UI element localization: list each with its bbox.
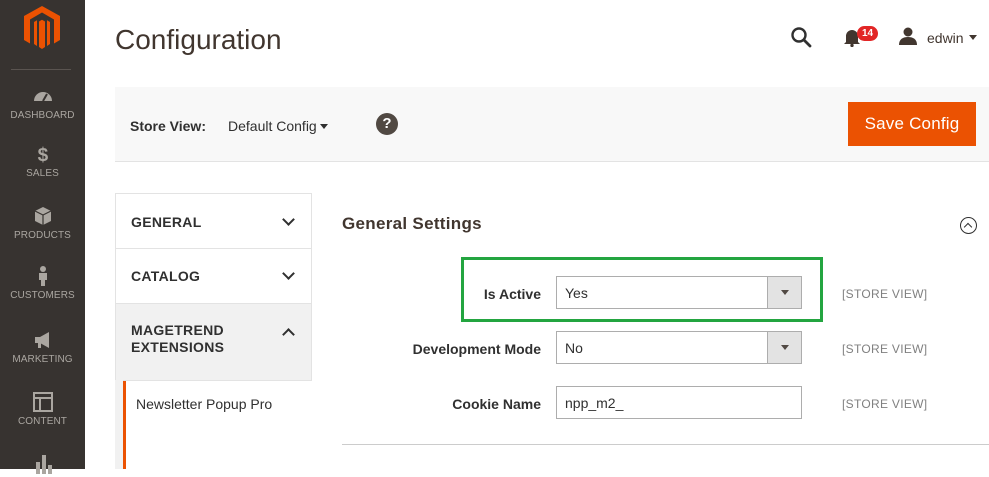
logo-divider (11, 69, 71, 70)
chevron-down-icon[interactable] (320, 124, 328, 129)
nav-label: CONTENT (17, 416, 68, 427)
user-icon[interactable] (898, 26, 918, 46)
nav-label: CUSTOMERS (10, 290, 75, 301)
store-view-switcher[interactable]: Default Config (228, 118, 317, 134)
admin-sidebar: DASHBOARD $ SALES PRODUCTS CUSTOMERS MAR… (0, 0, 85, 474)
tab-label: GENERAL (131, 214, 202, 230)
tab-general[interactable]: GENERAL (115, 193, 312, 248)
tabs-indent (115, 380, 123, 469)
highlight-box (461, 257, 823, 322)
section-divider (342, 444, 989, 445)
select-value: No (565, 340, 583, 356)
nav-label: SALES (26, 168, 59, 179)
chevron-up-icon (282, 328, 295, 341)
scope-label: [STORE VIEW] (842, 397, 928, 411)
subtab-label: Newsletter Popup Pro (136, 396, 273, 412)
cookie-name-label: Cookie Name (452, 396, 541, 412)
store-view-bar: Store View: Default Config ? Save Config (115, 87, 989, 162)
development-mode-select[interactable]: No (556, 331, 802, 364)
tab-label: MAGETREND EXTENSIONS (131, 322, 225, 355)
chevron-down-icon (282, 213, 295, 226)
layout-icon (32, 391, 54, 413)
chevron-down-icon[interactable] (767, 332, 801, 363)
nav-label: MARKETING (12, 354, 73, 365)
box-icon (32, 205, 54, 227)
tab-label: CATALOG (131, 268, 201, 284)
nav-item-marketing[interactable]: MARKETING (0, 329, 85, 365)
magento-logo-icon[interactable] (24, 6, 60, 50)
dollar-icon: $ (32, 143, 54, 166)
chevron-down-icon[interactable] (969, 35, 977, 40)
help-icon[interactable]: ? (376, 113, 398, 135)
nav-label: PRODUCTS (14, 230, 71, 241)
tab-catalog[interactable]: CATALOG (115, 248, 312, 303)
subtab-newsletter-popup-pro[interactable]: Newsletter Popup Pro (123, 381, 312, 469)
nav-item-dashboard[interactable]: DASHBOARD (0, 85, 85, 121)
cookie-name-input[interactable] (556, 386, 802, 419)
nav-item-reports[interactable] (0, 452, 85, 477)
config-tabs: GENERAL CATALOG MAGETREND EXTENSIONS New… (115, 193, 312, 469)
page-title: Configuration (115, 24, 282, 55)
nav-item-products[interactable]: PRODUCTS (0, 205, 85, 241)
nav-label: DASHBOARD (10, 110, 75, 121)
scope-label: [STORE VIEW] (842, 287, 928, 301)
scope-label: [STORE VIEW] (842, 342, 928, 356)
save-config-button[interactable]: Save Config (848, 102, 976, 146)
svg-text:$: $ (37, 145, 48, 165)
tab-magetrend-extensions[interactable]: MAGETREND EXTENSIONS (115, 303, 312, 381)
collapse-section-icon[interactable] (960, 217, 977, 234)
section-title: General Settings (342, 214, 482, 233)
nav-item-sales[interactable]: $ SALES (0, 143, 85, 179)
person-icon (32, 265, 54, 287)
search-icon[interactable] (790, 26, 812, 48)
dashboard-icon (32, 85, 54, 107)
nav-item-content[interactable]: CONTENT (0, 391, 85, 427)
user-menu-name[interactable]: edwin (927, 30, 964, 46)
megaphone-icon (32, 329, 54, 351)
nav-item-customers[interactable]: CUSTOMERS (0, 265, 85, 301)
bar-chart-icon (32, 452, 54, 474)
notification-count-badge[interactable]: 14 (857, 26, 879, 41)
chevron-down-icon (282, 267, 295, 280)
development-mode-label: Development Mode (412, 341, 541, 357)
store-view-label: Store View: (130, 118, 206, 134)
